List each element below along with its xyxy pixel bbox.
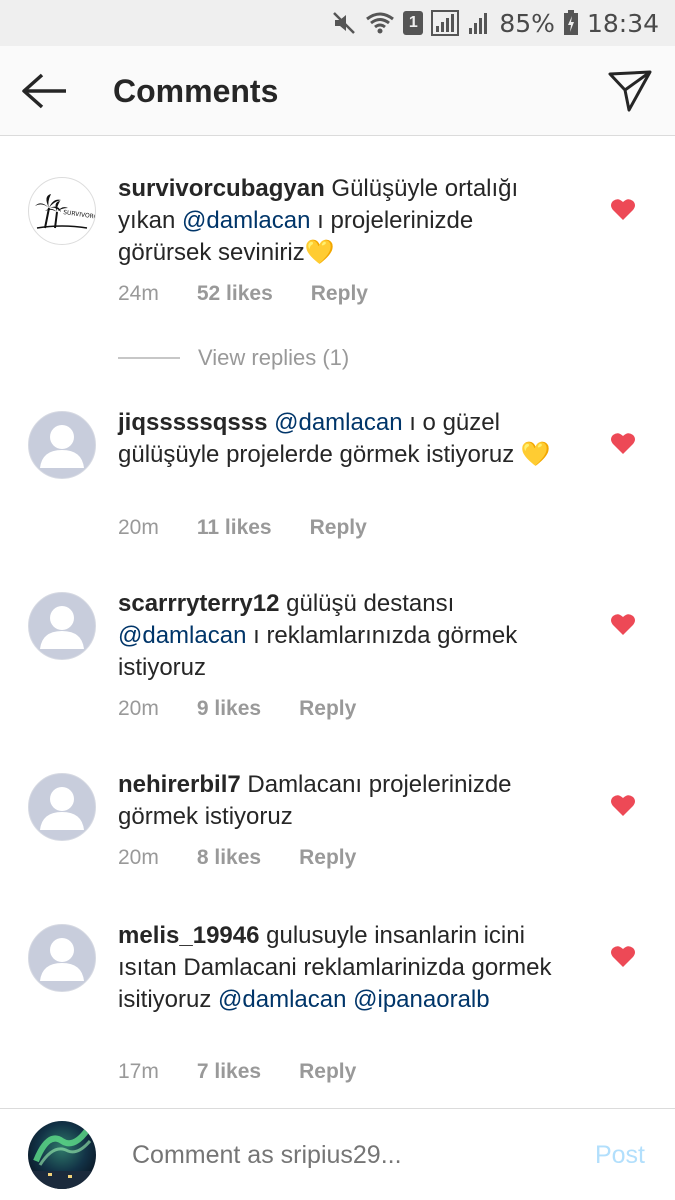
app-header: Comments [0, 46, 675, 136]
comment-meta: 20m 8 likes Reply [118, 846, 356, 870]
comment-time: 17m [118, 1060, 159, 1083]
comment-text: melis_19946 gulusuyle insanlarin icini ı… [118, 920, 568, 1016]
comment-text: scarrryterry12 gülüşü destansı @damlacan… [118, 588, 568, 684]
avatar[interactable] [28, 592, 96, 660]
heart-icon [611, 199, 635, 220]
mention-link[interactable]: @damlacan [118, 622, 246, 649]
comment-time: 24m [118, 282, 159, 305]
default-user-icon [40, 425, 84, 468]
comment-time: 20m [118, 846, 159, 869]
comment-meta: 24m 52 likes Reply [118, 282, 368, 306]
sim-icon: 1 [403, 11, 424, 35]
comment-input[interactable] [132, 1141, 552, 1170]
signal-icon [431, 10, 460, 36]
reply-button[interactable]: Reply [299, 846, 356, 870]
paper-plane-icon [608, 70, 652, 112]
clock: 18:34 [586, 8, 659, 38]
like-button[interactable] [610, 612, 636, 636]
likes-count[interactable]: 7 likes [197, 1060, 261, 1084]
mention-link[interactable]: @ipanaoralb [353, 986, 489, 1013]
wifi-icon [365, 10, 395, 36]
aurora-avatar [28, 1121, 96, 1189]
avatar[interactable]: SURVIVORCU BAGYAN [28, 177, 96, 245]
back-button[interactable] [20, 70, 70, 112]
signal-icon [467, 10, 491, 36]
heart-icon [611, 433, 635, 454]
comment-username[interactable]: melis_19946 [118, 922, 259, 949]
heart-icon [611, 795, 635, 816]
default-user-icon [40, 606, 84, 649]
reply-button[interactable]: Reply [310, 516, 367, 540]
avatar [28, 1121, 96, 1189]
palm-tree-logo: SURVIVORCU BAGYAN [35, 194, 95, 229]
page-title: Comments [113, 73, 279, 109]
comment-meta: 20m 9 likes Reply [118, 697, 356, 721]
mute-icon [331, 10, 357, 36]
avatar[interactable] [28, 773, 96, 841]
comment-time: 20m [118, 697, 159, 720]
battery-icon [563, 10, 579, 36]
default-user-icon [40, 938, 84, 981]
like-button[interactable] [610, 944, 636, 968]
comment-text: jiqsssssqsss @damlacan ı o güzel gülüşüy… [118, 407, 568, 471]
mention-link[interactable]: @damlacan [274, 409, 402, 436]
reply-button[interactable]: Reply [311, 282, 368, 306]
mention-link[interactable]: @damlacan [182, 207, 310, 234]
default-user-icon [40, 787, 84, 830]
comment-text-part: gülüşü destansı [279, 590, 455, 617]
like-button[interactable] [610, 793, 636, 817]
likes-count[interactable]: 52 likes [197, 282, 273, 306]
avatar[interactable] [28, 924, 96, 992]
heart-icon [611, 946, 635, 967]
like-button[interactable] [610, 197, 636, 221]
arrow-left-icon [22, 73, 66, 109]
likes-count[interactable]: 9 likes [197, 697, 261, 721]
post-button[interactable]: Post [595, 1141, 645, 1170]
comment-text: nehirerbil7 Damlacanı projelerinizde gör… [118, 769, 568, 833]
comment-username[interactable]: survivorcubagyan [118, 175, 325, 202]
status-bar: 1 85% 18:34 [0, 0, 675, 46]
like-button[interactable] [610, 431, 636, 455]
mention-link[interactable]: @damlacan [218, 986, 346, 1013]
view-replies-label: View replies (1) [198, 345, 350, 370]
reply-button[interactable]: Reply [299, 1060, 356, 1084]
share-button[interactable] [607, 68, 653, 114]
comment-username[interactable]: jiqsssssqsss [118, 409, 267, 436]
battery-percent: 85% [499, 8, 555, 38]
comment-meta: 17m 7 likes Reply [118, 1060, 356, 1084]
likes-count[interactable]: 11 likes [197, 516, 272, 540]
comment-username[interactable]: nehirerbil7 [118, 771, 241, 798]
heart-icon [611, 614, 635, 635]
comment-username[interactable]: scarrryterry12 [118, 590, 279, 617]
divider-line [118, 357, 180, 359]
avatar-logo-text: SURVIVORCU BAGYAN [63, 209, 95, 225]
comment-time: 20m [118, 516, 159, 539]
comment-text: survivorcubagyan Gülüşüyle ortalığı yıka… [118, 173, 568, 269]
likes-count[interactable]: 8 likes [197, 846, 261, 870]
reply-button[interactable]: Reply [299, 697, 356, 721]
comment-composer: Post [0, 1108, 675, 1200]
view-replies-button[interactable]: View replies (1) [118, 345, 349, 371]
avatar[interactable] [28, 411, 96, 479]
comment-meta: 20m 11 likes Reply [118, 516, 367, 540]
